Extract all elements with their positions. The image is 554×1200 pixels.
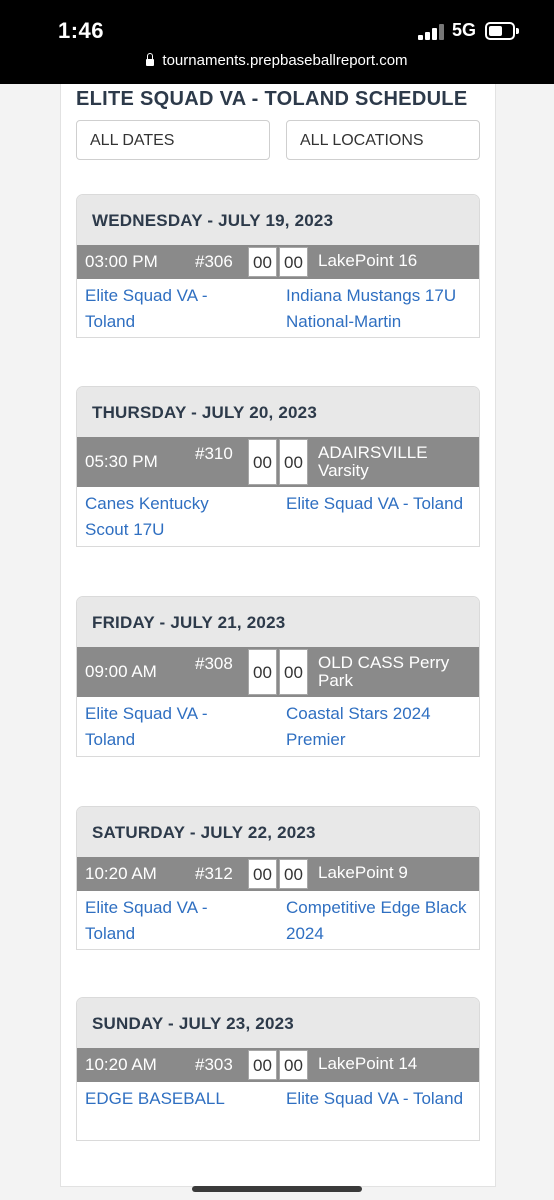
score-team-b: 00 (279, 439, 308, 485)
day-date: THURSDAY - JULY 20, 2023 (92, 403, 317, 422)
team-b-link[interactable]: Indiana Mustangs 17U National-Martin (286, 283, 476, 335)
game-number: #303 (195, 1055, 233, 1074)
day-header: SATURDAY - JULY 22, 2023 (77, 807, 479, 857)
team-a-link[interactable]: Elite Squad VA - Toland (85, 895, 245, 947)
status-bar: 1:46 5G tournaments.prepbaseballreport.c… (0, 0, 554, 84)
teams-row: Elite Squad VA - Toland Indiana Mustangs… (77, 279, 479, 337)
team-a-link[interactable]: EDGE BASEBALL (85, 1086, 245, 1112)
game-number: #310 (195, 444, 233, 463)
game-number: #308 (195, 654, 233, 673)
clock: 1:46 (58, 18, 105, 43)
team-b-link[interactable]: Elite Squad VA - Toland (286, 1086, 476, 1112)
day-date: FRIDAY - JULY 21, 2023 (92, 613, 286, 632)
day-card-5: SUNDAY - JULY 23, 2023 10:20 AM #303 00 … (76, 997, 480, 1141)
day-date: WEDNESDAY - JULY 19, 2023 (92, 211, 334, 230)
game-row: 10:20 AM #312 00 00 LakePoint 9 (77, 857, 479, 891)
schedule-page: ELITE SQUAD VA - TOLAND SCHEDULE ALL DAT… (60, 84, 496, 1187)
day-card-1: WEDNESDAY - JULY 19, 2023 03:00 PM #306 … (76, 194, 480, 338)
home-indicator[interactable] (192, 1186, 362, 1192)
game-time: 10:20 AM (85, 1055, 157, 1074)
teams-row: Canes Kentucky Scout 17U Elite Squad VA … (77, 487, 479, 545)
score-team-b: 00 (279, 247, 308, 277)
team-b-link[interactable]: Coastal Stars 2024 Premier (286, 701, 476, 753)
day-header: THURSDAY - JULY 20, 2023 (77, 387, 479, 437)
day-header: FRIDAY - JULY 21, 2023 (77, 597, 479, 647)
score-team-b: 00 (279, 1050, 308, 1080)
day-header: WEDNESDAY - JULY 19, 2023 (77, 195, 479, 245)
game-time: 05:30 PM (85, 452, 158, 471)
game-row: 10:20 AM #303 00 00 LakePoint 14 (77, 1048, 479, 1082)
signal-icon (418, 24, 446, 40)
day-card-2: THURSDAY - JULY 20, 2023 05:30 PM #310 0… (76, 386, 480, 547)
game-number: #306 (195, 252, 233, 271)
teams-row: Elite Squad VA - Toland Competitive Edge… (77, 891, 479, 949)
game-time: 03:00 PM (85, 252, 158, 271)
team-b-link[interactable]: Elite Squad VA - Toland (286, 491, 476, 517)
day-card-3: FRIDAY - JULY 21, 2023 09:00 AM #308 00 … (76, 596, 480, 757)
team-b-link[interactable]: Competitive Edge Black 2024 (286, 895, 476, 947)
day-date: SUNDAY - JULY 23, 2023 (92, 1014, 294, 1033)
game-location: ADAIRSVILLE Varsity (318, 443, 428, 480)
game-row: 03:00 PM #306 00 00 LakePoint 16 (77, 245, 479, 279)
day-card-4: SATURDAY - JULY 22, 2023 10:20 AM #312 0… (76, 806, 480, 950)
game-location: OLD CASS Perry Park (318, 653, 450, 690)
day-header: SUNDAY - JULY 23, 2023 (77, 998, 479, 1048)
address-bar[interactable]: tournaments.prepbaseballreport.com (0, 52, 554, 76)
score-team-a: 00 (248, 859, 277, 889)
game-location: LakePoint 9 (318, 863, 408, 882)
network-label: 5G (452, 20, 477, 40)
score-team-a: 00 (248, 247, 277, 277)
game-number: #312 (195, 864, 233, 883)
game-row: 09:00 AM #308 00 00 OLD CASS Perry Park (77, 647, 479, 697)
team-a-link[interactable]: Elite Squad VA - Toland (85, 283, 245, 335)
battery-icon (485, 22, 519, 40)
score-team-b: 00 (279, 649, 308, 695)
dates-filter-select[interactable]: ALL DATES (76, 120, 270, 160)
url-text: tournaments.prepbaseballreport.com (162, 52, 408, 69)
score-team-a: 00 (248, 1050, 277, 1080)
lock-icon (146, 53, 155, 66)
game-time: 09:00 AM (85, 662, 157, 681)
day-date: SATURDAY - JULY 22, 2023 (92, 823, 316, 842)
team-a-link[interactable]: Canes Kentucky Scout 17U (85, 491, 245, 543)
locations-filter-select[interactable]: ALL LOCATIONS (286, 120, 480, 160)
page-title: ELITE SQUAD VA - TOLAND SCHEDULE (76, 88, 468, 110)
team-a-link[interactable]: Elite Squad VA - Toland (85, 701, 245, 753)
score-team-b: 00 (279, 859, 308, 889)
teams-row: EDGE BASEBALL Elite Squad VA - Toland (77, 1082, 479, 1140)
game-row: 05:30 PM #310 00 00 ADAIRSVILLE Varsity (77, 437, 479, 487)
game-time: 10:20 AM (85, 864, 157, 883)
game-location: LakePoint 14 (318, 1054, 418, 1073)
game-location: LakePoint 16 (318, 251, 418, 270)
teams-row: Elite Squad VA - Toland Coastal Stars 20… (77, 697, 479, 755)
score-team-a: 00 (248, 649, 277, 695)
score-team-a: 00 (248, 439, 277, 485)
